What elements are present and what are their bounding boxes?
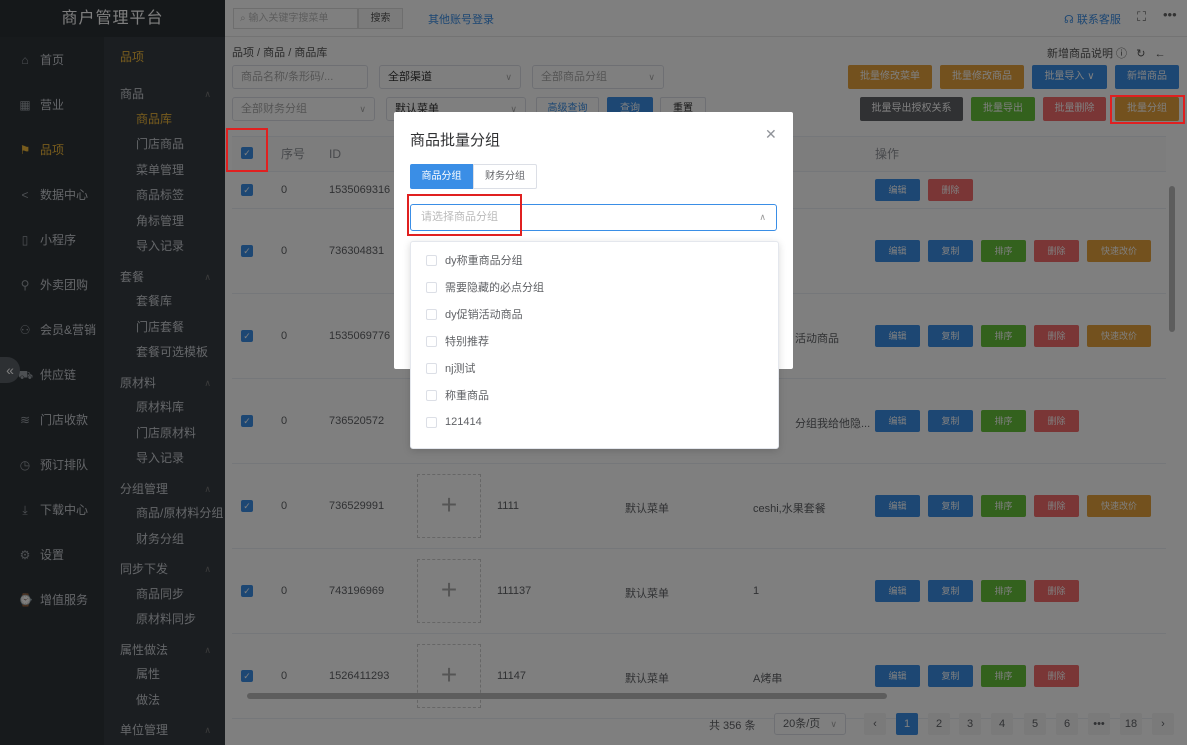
group-option[interactable]: dy促销活动商品	[426, 306, 523, 322]
group-option[interactable]: 需要隐藏的必点分组	[426, 279, 544, 295]
chevron-up-icon: ∧	[759, 212, 766, 222]
group-option[interactable]: 特别推荐	[426, 333, 489, 349]
option-checkbox[interactable]	[426, 362, 437, 374]
option-checkbox[interactable]	[426, 335, 437, 347]
option-checkbox[interactable]	[426, 416, 437, 428]
modal-title: 商品批量分组	[410, 132, 501, 149]
option-checkbox[interactable]	[426, 254, 437, 266]
highlight-group-select	[407, 194, 522, 236]
highlight-batch-group	[1110, 95, 1185, 124]
tab-product-group[interactable]: 商品分组	[410, 164, 473, 189]
option-checkbox[interactable]	[426, 281, 437, 293]
option-checkbox[interactable]	[426, 389, 437, 401]
group-option[interactable]: dy称重商品分组	[426, 252, 523, 268]
group-option[interactable]: 称重商品	[426, 387, 489, 403]
highlight-select-all	[226, 128, 268, 172]
option-checkbox[interactable]	[426, 308, 437, 320]
group-option[interactable]: 121414	[426, 414, 482, 430]
tab-finance-group[interactable]: 财务分组	[473, 164, 537, 189]
close-icon[interactable]: ✕	[765, 126, 777, 143]
group-option[interactable]: nj测试	[426, 360, 476, 376]
